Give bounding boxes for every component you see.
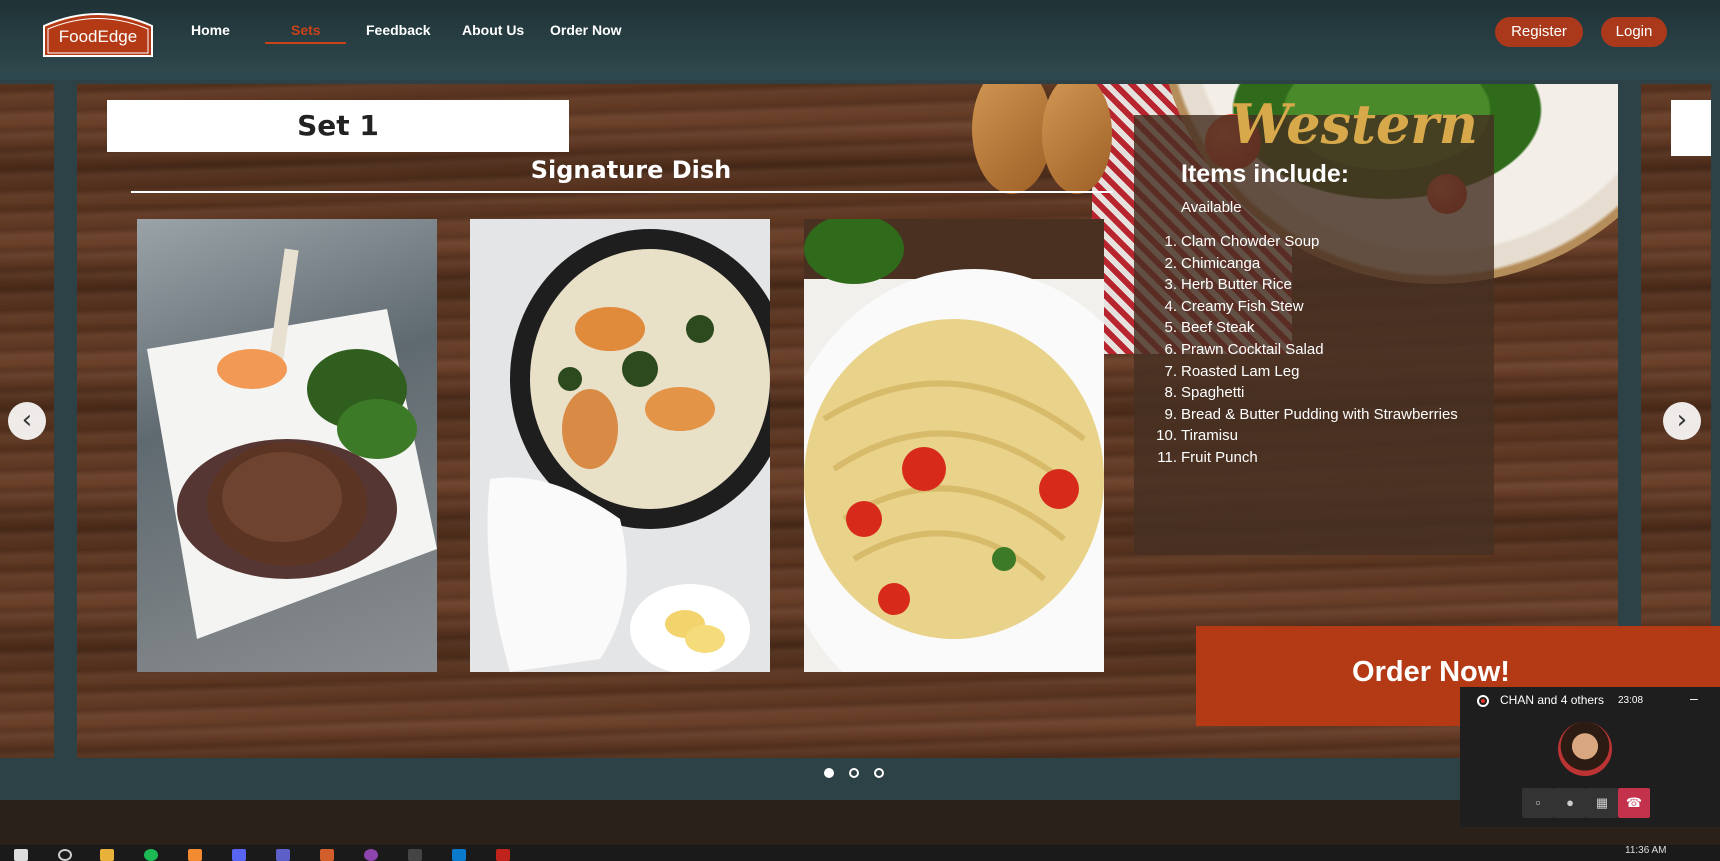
dish-photo-fish-stew — [470, 219, 770, 672]
next-slide-title-box — [1671, 100, 1711, 156]
taskbar-clock: 11:36 AM — [1625, 845, 1667, 856]
microphone-icon[interactable]: ● — [1554, 788, 1586, 818]
recording-icon — [1477, 695, 1489, 707]
section-title: Signature Dish — [530, 156, 732, 184]
list-item: 2. Chimicanga — [1164, 254, 1261, 272]
vscode-icon[interactable] — [452, 849, 466, 861]
app-icon-3[interactable] — [496, 849, 510, 861]
list-item: 11. Fruit Punch — [1157, 448, 1258, 466]
folder-icon[interactable] — [100, 849, 114, 861]
camera-off-icon[interactable]: ▫ — [1522, 788, 1554, 818]
section-divider — [131, 191, 1113, 193]
items-title: Items include: — [1181, 160, 1350, 188]
spotify-icon[interactable] — [144, 849, 158, 861]
nav-sets[interactable]: Sets — [291, 22, 321, 38]
carousel-dot-1[interactable] — [824, 768, 834, 778]
dish-photo-steak — [137, 219, 437, 672]
cuisine-label: Western — [1230, 92, 1479, 156]
list-item: 6. Prawn Cocktail Salad — [1164, 340, 1324, 358]
list-item: 7. Roasted Lam Leg — [1164, 362, 1300, 380]
list-item: 1. Clam Chowder Soup — [1164, 233, 1320, 250]
carousel-dot-3[interactable] — [874, 768, 884, 778]
chevron-left-icon[interactable]: ‹ — [8, 402, 46, 440]
list-item: 9. Bread & Butter Pudding with Strawberri… — [1164, 405, 1458, 423]
avatar — [1558, 722, 1612, 776]
availability-status: Available — [1181, 199, 1242, 216]
menu-items-list: 1. Clam Chowder Soup 2. Chimicanga 3. Herb … — [1156, 231, 1481, 469]
set-title: Set 1 — [107, 100, 569, 152]
nav-home[interactable]: Home — [191, 22, 230, 38]
minimize-icon[interactable]: – — [1690, 690, 1698, 706]
login-button[interactable]: Login — [1601, 17, 1667, 47]
list-item: 4. Creamy Fish Stew — [1164, 297, 1304, 315]
app-icon[interactable] — [188, 849, 202, 861]
brand-name: FoodEdge — [58, 27, 138, 46]
search-icon[interactable] — [58, 849, 72, 861]
dish-photo-spaghetti — [804, 219, 1104, 672]
order-now-label: Order Now! — [1352, 656, 1510, 688]
call-participants: CHAN and 4 others — [1500, 693, 1605, 707]
nav-active-underline — [265, 42, 346, 44]
discord-icon[interactable] — [232, 849, 246, 861]
chevron-right-icon[interactable]: › — [1663, 402, 1701, 440]
nav-order-now[interactable]: Order Now — [550, 22, 622, 38]
nav-feedback[interactable]: Feedback — [366, 22, 431, 38]
list-item: 3. Herb Butter Rice — [1164, 276, 1292, 294]
terminal-icon[interactable] — [408, 849, 422, 861]
nav-about-us[interactable]: About Us — [462, 22, 524, 38]
windows-taskbar — [0, 845, 1720, 861]
call-duration: 23:08 — [1618, 695, 1644, 706]
app-icon-2[interactable] — [364, 849, 378, 861]
game-icon[interactable] — [320, 849, 334, 861]
hang-up-icon[interactable]: ☎ — [1618, 788, 1650, 818]
teams-icon[interactable] — [276, 849, 290, 861]
call-mini-window[interactable]: CHAN and 4 others 23:08 – ▫ ● ▦ ☎ — [1460, 687, 1720, 827]
brand-logo[interactable]: FoodEdge — [40, 8, 156, 58]
list-item: 10. Tiramisu — [1156, 427, 1238, 445]
windows-start-icon[interactable] — [14, 849, 28, 861]
list-item: 8. Spaghetti — [1164, 384, 1245, 402]
register-button[interactable]: Register — [1495, 17, 1583, 47]
list-item: 5. Beef Steak — [1164, 319, 1255, 337]
carousel-dot-2[interactable] — [849, 768, 859, 778]
top-navbar: FoodEdge Home Sets Feedback About Us Ord… — [0, 0, 1720, 80]
share-screen-icon[interactable]: ▦ — [1586, 788, 1618, 818]
